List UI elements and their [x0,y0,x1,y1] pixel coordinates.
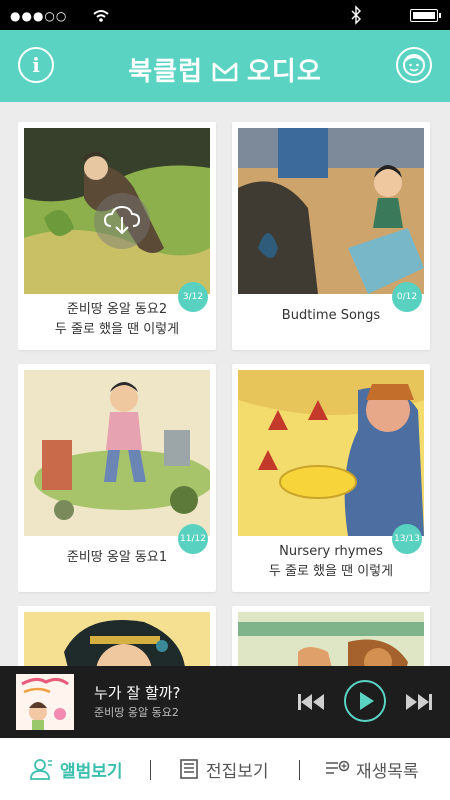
album-card-4[interactable]: 13/13 Nursery rhymes 두 줄로 했을 땐 이렇게 [232,364,430,592]
now-playing-bar[interactable]: 누가 잘 할까? 준비땅 옹알 동요2 [0,666,450,738]
signal-strength: ●●●○○ [10,9,68,23]
tab-divider [150,760,151,780]
album-cover-6 [238,612,424,666]
status-bar: ●●●○○ [0,0,450,30]
album-title: Budtime Songs [281,308,381,323]
album-title: 준비땅 옹알 동요1 [66,550,168,565]
cloud-download-icon [103,205,141,235]
album-subtitle: 두 줄로 했을 땐 이렇게 [54,322,180,337]
album-card-2[interactable]: 0/12 Budtime Songs [232,122,430,350]
play-button[interactable] [344,680,386,722]
tab-divider [299,760,300,780]
app-title: 북클럽 오디오 [0,51,450,88]
app-header: i 북클럽 오디오 [0,30,450,102]
now-playing-album: 준비땅 옹알 동요2 [94,706,179,719]
album-caption: 준비땅 옹알 동요1 [22,548,212,568]
title-left: 북클럽 [128,57,203,87]
title-right: 오디오 [247,57,322,87]
album-card-5[interactable] [18,606,216,666]
now-playing-cover [16,674,74,730]
album-card-6[interactable] [232,606,430,666]
play-icon [360,692,374,710]
now-playing-title: 누가 잘 할까? [94,684,181,702]
album-caption: Nursery rhymes 두 줄로 했을 땐 이렇게 [236,542,426,582]
tab-playlist[interactable]: 재생목록 [324,738,419,800]
playlist-add-icon [326,760,350,774]
tab-label: 전집보기 [206,761,269,782]
tab-collection-view[interactable]: 전집보기 [178,738,269,800]
album-caption: 준비땅 옹알 동요2 두 줄로 했을 땐 이렇게 [22,300,212,340]
album-cover-1 [24,128,210,294]
album-person-icon [30,759,52,780]
album-cover-4 [238,370,424,536]
download-button[interactable] [94,193,150,249]
bluetooth-icon [351,5,361,25]
album-grid: 3/12 준비땅 옹알 동요2 두 줄로 했을 땐 이렇게 0/12 Budti… [18,122,432,666]
album-title: Nursery rhymes [279,544,383,559]
album-card-1[interactable]: 3/12 준비땅 옹알 동요2 두 줄로 했을 땐 이렇게 [18,122,216,350]
previous-track-icon[interactable] [296,690,326,714]
album-cover-3 [24,370,210,536]
album-caption: Budtime Songs [236,306,426,326]
album-cover-5 [24,612,210,666]
next-track-icon[interactable] [404,690,434,714]
crown-logo-icon [212,62,238,82]
bottom-tab-bar: 앨범보기 전집보기 재생목록 [0,738,450,800]
tab-album-view[interactable]: 앨범보기 [28,738,123,800]
album-card-3[interactable]: 11/12 준비땅 옹알 동요1 [18,364,216,592]
profile-button[interactable] [396,47,432,83]
battery-icon [410,9,441,22]
album-cover-2 [238,128,424,294]
smiley-face-icon [403,54,425,76]
album-title: 준비땅 옹알 동요2 [66,302,168,317]
wifi-icon [93,10,109,22]
tab-label: 앨범보기 [60,761,123,782]
tab-label: 재생목록 [356,761,419,782]
album-subtitle: 두 줄로 했을 땐 이렇게 [268,564,394,579]
book-list-icon [180,759,198,779]
